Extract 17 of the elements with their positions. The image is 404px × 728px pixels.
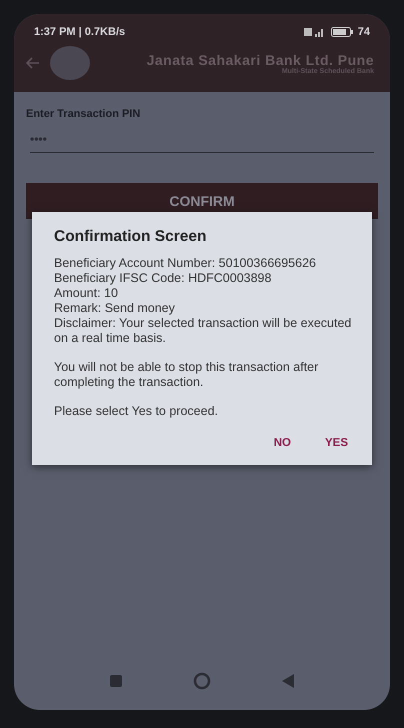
recent-apps-icon[interactable] [110, 675, 122, 687]
status-time: 1:37 PM | 0.7KB/s [34, 26, 126, 38]
bank-logo [50, 46, 90, 80]
dialog-button[interactable]: NO [270, 433, 295, 453]
dialog-text: Beneficiary Account Number: 50100366695626 Beneficiary IFSC Code: HDFC0003898 Amount: 10 Remark: Send money Disclaimer: Your selected transaction will be executed on a real time basis. [54, 256, 352, 346]
bank-name: Janata Sahakari Bank Ltd. Pune [146, 52, 374, 68]
dialog-text: Please select Yes to proceed. [54, 404, 220, 419]
signal-icon [304, 27, 326, 37]
pin-label: Enter Transaction PIN [26, 108, 142, 120]
dialog-button[interactable]: YES [320, 433, 352, 453]
back-icon[interactable] [282, 674, 294, 688]
battery-level: 74 [358, 26, 370, 38]
back-arrow-icon[interactable] [26, 57, 40, 69]
dialog-text: You will not be able to stop this transaction after completing the transaction. [54, 360, 320, 390]
battery-icon [330, 27, 353, 37]
dialog-title: Confirmation Screen [54, 228, 208, 246]
home-icon[interactable] [192, 672, 211, 690]
